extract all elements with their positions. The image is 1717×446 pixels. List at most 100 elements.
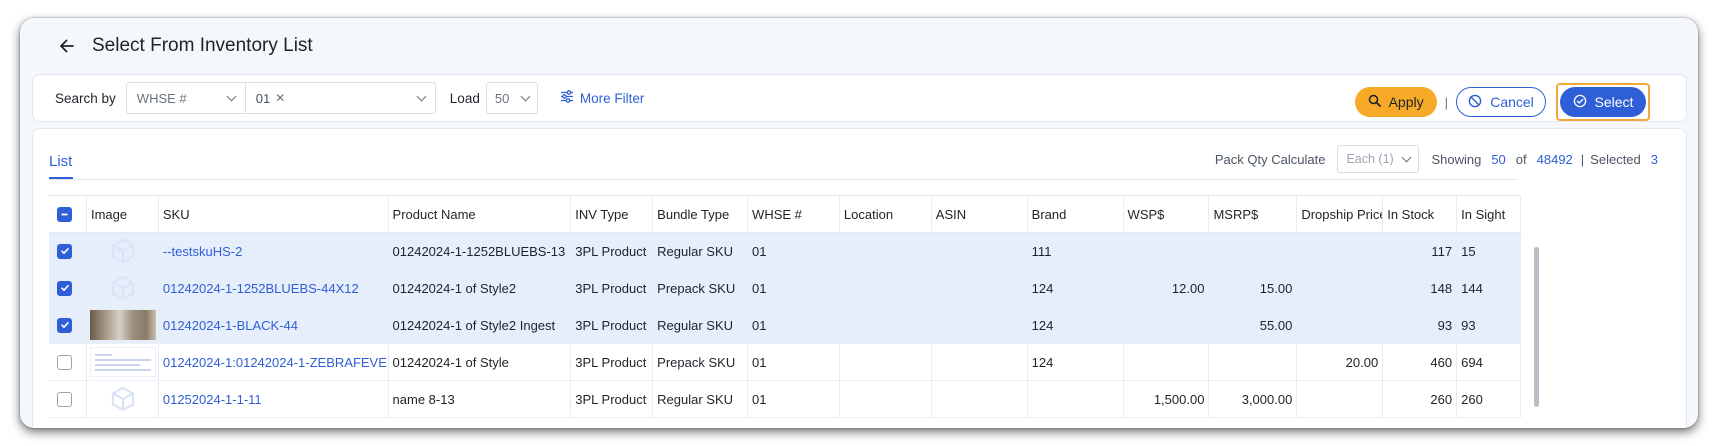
- search-icon: [1368, 94, 1381, 110]
- cell-bundle-type: Regular SKU: [653, 381, 749, 417]
- table-row[interactable]: 01242024-1-BLACK-44 01242024-1 of Style2 …: [49, 307, 1522, 344]
- cell-bundle-type: Regular SKU: [653, 233, 749, 269]
- row-checkbox-cell: [49, 307, 87, 343]
- select-button[interactable]: Select: [1560, 87, 1646, 117]
- cell-brand: [1028, 381, 1124, 417]
- bundle-type-value: Regular SKU: [657, 391, 734, 407]
- cell-location: [840, 381, 932, 417]
- cell-msrp: 55.00: [1209, 307, 1298, 343]
- cell-inv-type: 3PL Product: [571, 270, 654, 306]
- column-header-product-name[interactable]: Product Name: [389, 196, 572, 232]
- column-header-sku[interactable]: SKU: [159, 196, 389, 232]
- sku-value[interactable]: 01242024-1-1252BLUEBS-44X12: [163, 281, 359, 296]
- row-checkbox[interactable]: [57, 243, 72, 259]
- product-name-value: 01242024-1-1252BLUEBS-13: [392, 243, 566, 259]
- cell-whse: 01: [748, 344, 840, 380]
- cell-in-sight: 260: [1457, 381, 1522, 417]
- list-stats: Pack Qty Calculate Each (1) Showing 50 o…: [1215, 145, 1658, 173]
- package-cube-icon: [90, 384, 156, 414]
- cell-location: [840, 344, 932, 380]
- cell-inv-type: 3PL Product: [571, 233, 654, 269]
- cell-sku[interactable]: --testskuHS-2: [159, 233, 389, 269]
- column-header-whse[interactable]: WHSE #: [748, 196, 840, 232]
- pack-qty-select[interactable]: Each (1): [1337, 145, 1420, 173]
- table-row[interactable]: 01252024-1-1-11 name 8-13 3PL Product Regul…: [49, 381, 1522, 418]
- brand-value: 124: [1031, 317, 1054, 333]
- cell-inv-type: 3PL Product: [571, 381, 654, 417]
- cell-image: [87, 344, 159, 380]
- column-header-dropship-price[interactable]: Dropship Price: [1297, 196, 1384, 232]
- column-header-inv-type[interactable]: INV Type: [571, 196, 654, 232]
- table-row[interactable]: --testskuHS-2 01242024-1-1252BLUEBS-13 3PL…: [49, 233, 1522, 270]
- column-header-msrp[interactable]: MSRP$: [1209, 196, 1298, 232]
- sku-value[interactable]: 01242024-1-BLACK-44: [163, 318, 298, 333]
- dialog-window: Select From Inventory List Search by WHS…: [20, 18, 1698, 428]
- msrp-value: 3,000.00: [1241, 391, 1293, 407]
- select-all-cell: [49, 196, 87, 232]
- cell-product-name: 01242024-1-1252BLUEBS-13: [389, 233, 572, 269]
- cell-dropship-price: [1297, 233, 1384, 269]
- sku-value[interactable]: 01252024-1-1-11: [163, 392, 262, 407]
- inv-type-value: 3PL Product: [575, 243, 647, 259]
- cell-dropship-price: [1297, 270, 1384, 306]
- cell-inv-type: 3PL Product: [571, 307, 654, 343]
- select-all-checkbox[interactable]: [57, 206, 72, 222]
- cell-in-stock: 93: [1383, 307, 1458, 343]
- table-row[interactable]: 01242024-1:01242024-1-ZEBRAFEVER-6 012420…: [49, 344, 1522, 381]
- column-header-image[interactable]: Image: [87, 196, 159, 232]
- select-label: Select: [1594, 94, 1634, 110]
- column-header-brand[interactable]: Brand: [1028, 196, 1124, 232]
- back-arrow-icon[interactable]: [56, 35, 78, 57]
- apply-label: Apply: [1388, 94, 1424, 110]
- cell-in-sight: 694: [1457, 344, 1522, 380]
- bundle-type-value: Prepack SKU: [657, 280, 736, 296]
- load-select[interactable]: 50: [485, 82, 538, 114]
- more-filter-button[interactable]: More Filter: [560, 90, 644, 106]
- column-header-location[interactable]: Location: [840, 196, 932, 232]
- cell-sku[interactable]: 01242024-1-BLACK-44: [159, 307, 389, 343]
- cell-sku[interactable]: 01242024-1-1252BLUEBS-44X12: [159, 270, 389, 306]
- sku-value[interactable]: 01242024-1:01242024-1-ZEBRAFEVER-6: [163, 355, 388, 370]
- search-field-select[interactable]: WHSE #: [125, 82, 246, 114]
- row-checkbox[interactable]: [57, 317, 72, 333]
- cell-sku[interactable]: 01252024-1-1-11: [159, 381, 389, 417]
- cancel-button[interactable]: Cancel: [1456, 87, 1546, 117]
- column-header-bundle-type[interactable]: Bundle Type: [653, 196, 749, 232]
- vertical-scrollbar[interactable]: [1534, 247, 1539, 407]
- search-value-select[interactable]: 01 ✕: [245, 82, 436, 114]
- tag-close-icon[interactable]: ✕: [275, 91, 285, 105]
- whse-value: 01: [752, 243, 767, 259]
- showing-label: Showing: [1431, 151, 1482, 167]
- sku-value[interactable]: --testskuHS-2: [163, 244, 242, 259]
- bundle-type-value: Regular SKU: [657, 243, 734, 259]
- inv-type-value: 3PL Product: [575, 280, 647, 296]
- in-sight-value: 15: [1461, 243, 1476, 259]
- inv-type-value: 3PL Product: [575, 354, 647, 370]
- row-checkbox[interactable]: [57, 391, 72, 407]
- cell-in-sight: 144: [1457, 270, 1522, 306]
- cell-bundle-type: Prepack SKU: [653, 344, 749, 380]
- apply-button[interactable]: Apply: [1354, 87, 1437, 117]
- cell-sku[interactable]: 01242024-1:01242024-1-ZEBRAFEVER-6: [159, 344, 389, 380]
- in-sight-value: 694: [1461, 354, 1483, 370]
- brand-value: 124: [1031, 280, 1054, 296]
- product-name-value: 01242024-1 of Style: [392, 354, 509, 370]
- inv-type-value: 3PL Product: [575, 391, 647, 407]
- column-header-in-sight[interactable]: In Sight: [1457, 196, 1522, 232]
- whse-value: 01: [752, 280, 767, 296]
- tab-list[interactable]: List: [49, 153, 72, 170]
- pack-qty-label: Pack Qty Calculate: [1214, 151, 1326, 167]
- product-name-value: name 8-13: [392, 391, 455, 407]
- table-row[interactable]: 01242024-1-1252BLUEBS-44X12 01242024-1 of…: [49, 270, 1522, 307]
- search-tag-label: 01: [255, 90, 271, 106]
- cell-dropship-price: [1297, 381, 1384, 417]
- row-checkbox[interactable]: [57, 280, 72, 296]
- row-checkbox[interactable]: [57, 354, 72, 370]
- showing-count: 50: [1491, 151, 1506, 167]
- page-header: Select From Inventory List: [20, 18, 1698, 74]
- column-header-in-stock[interactable]: In Stock: [1383, 196, 1458, 232]
- cell-product-name: 01242024-1 of Style: [389, 344, 572, 380]
- column-header-asin[interactable]: ASIN: [932, 196, 1028, 232]
- cell-brand: 124: [1028, 307, 1124, 343]
- column-header-wsp[interactable]: WSP$: [1124, 196, 1210, 232]
